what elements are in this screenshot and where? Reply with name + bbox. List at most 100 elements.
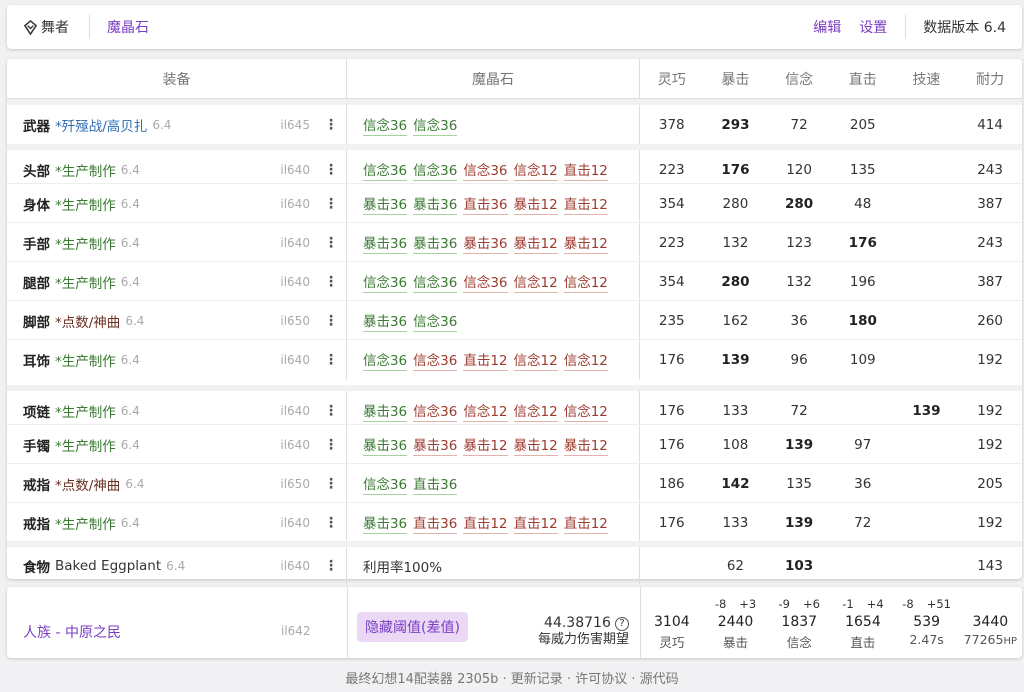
materia-slot[interactable]: 暴击36 — [413, 232, 458, 254]
materia-slot[interactable]: 暴击36 — [362, 232, 408, 254]
equip-cell[interactable]: 腿部 *生产制作 6.4 il640 ⋮ — [7, 262, 347, 301]
materia-slot[interactable]: 信念36 — [413, 310, 458, 332]
materia-cell[interactable]: 信念36 直击36 — [347, 464, 640, 503]
item-name[interactable]: *生产制作 — [55, 233, 116, 253]
materia-slot[interactable]: 信念12 — [463, 400, 508, 422]
materia-slot[interactable]: 暴击36 — [362, 193, 408, 215]
materia-slot[interactable]: 暴击36 — [362, 310, 408, 332]
materia-slot[interactable]: 信念12 — [513, 349, 558, 371]
stat-adjust-value[interactable]: +3 — [739, 597, 756, 611]
question-circle-icon[interactable]: ? — [615, 617, 629, 631]
materia-slot[interactable]: 直击36 — [413, 512, 458, 534]
more-options-icon[interactable]: ⋮ — [324, 235, 338, 251]
materia-slot[interactable]: 信念36 — [413, 159, 458, 181]
item-name[interactable]: *生产制作 — [55, 350, 116, 370]
more-options-icon[interactable]: ⋮ — [324, 558, 338, 574]
item-name[interactable]: *歼殛战/高贝扎 — [55, 115, 147, 135]
materia-slot[interactable]: 信念36 — [362, 349, 408, 371]
materia-slot[interactable]: 信念36 — [362, 271, 408, 293]
race-selector[interactable]: 人族 - 中原之民 — [23, 622, 121, 642]
data-version[interactable]: 数据版本 6.4 — [905, 15, 1006, 39]
materia-slot[interactable]: 信念12 — [513, 159, 558, 181]
item-name[interactable]: *生产制作 — [55, 194, 116, 214]
equip-cell[interactable]: 手部 *生产制作 6.4 il640 ⋮ — [7, 223, 347, 262]
materia-slot[interactable]: 信念36 — [362, 473, 408, 495]
more-options-icon[interactable]: ⋮ — [324, 274, 338, 290]
materia-slot[interactable]: 暴击12 — [463, 434, 508, 456]
materia-cell[interactable]: 信念36 信念36 — [347, 105, 640, 144]
materia-slot[interactable]: 信念36 — [413, 271, 458, 293]
table-row[interactable]: 食物 Baked Eggplant 6.4 il640 ⋮ 利用率100% 62 103 143 — [7, 541, 1022, 585]
materia-slot[interactable]: 信念36 — [413, 400, 458, 422]
table-row[interactable]: 脚部 *点数/神曲 6.4 il650 ⋮ 暴击36 信念36 235 162 36 180 260 — [7, 300, 1022, 340]
materia-cell[interactable]: 暴击36 暴击36 直击36 暴击12 直击12 — [347, 184, 640, 223]
materia-slot[interactable]: 暴击12 — [563, 232, 608, 254]
materia-slot[interactable]: 暴击36 — [463, 232, 508, 254]
materia-slot[interactable]: 暴击12 — [513, 232, 558, 254]
item-name[interactable]: *点数/神曲 — [55, 474, 120, 494]
materia-slot[interactable]: 信念36 — [362, 159, 408, 181]
table-row[interactable]: 手部 *生产制作 6.4 il640 ⋮ 暴击36 暴击36 暴击36 暴击12 暴击12 223 1… — [7, 222, 1022, 262]
materia-slot[interactable]: 信念12 — [563, 349, 608, 371]
more-options-icon[interactable]: ⋮ — [324, 403, 338, 419]
item-name[interactable]: *点数/神曲 — [55, 311, 120, 331]
equip-cell[interactable]: 身体 *生产制作 6.4 il640 ⋮ — [7, 184, 347, 223]
more-options-icon[interactable]: ⋮ — [324, 437, 338, 453]
materia-slot[interactable]: 直击12 — [513, 512, 558, 534]
materia-cell[interactable]: 暴击36 直击36 直击12 直击12 直击12 — [347, 503, 640, 542]
materia-slot[interactable]: 信念36 — [413, 114, 458, 136]
materia-slot[interactable]: 信念36 — [463, 159, 508, 181]
stat-adjust-value[interactable]: -1 — [842, 597, 853, 611]
stat-adjust-value[interactable]: +51 — [927, 597, 951, 611]
table-row[interactable]: 戒指 *点数/神曲 6.4 il650 ⋮ 信念36 直击36 186 142 135 36 205 — [7, 463, 1022, 503]
materia-slot[interactable]: 直击12 — [463, 512, 508, 534]
table-row[interactable]: 腿部 *生产制作 6.4 il640 ⋮ 信念36 信念36 信念36 信念12 信念12 354 2… — [7, 261, 1022, 301]
materia-cell[interactable]: 暴击36 暴击36 暴击36 暴击12 暴击12 — [347, 223, 640, 262]
materia-cell[interactable]: 利用率100% — [347, 547, 640, 585]
table-row[interactable]: 手镯 *生产制作 6.4 il640 ⋮ 暴击36 暴击36 暴击12 暴击12 暴击12 176 1… — [7, 424, 1022, 464]
materia-slot[interactable]: 暴击12 — [563, 434, 608, 456]
table-row[interactable]: 武器 *歼殛战/高贝扎 6.4 il645 ⋮ 信念36 信念36 378 293 72 205 41… — [7, 99, 1022, 144]
materia-cell[interactable]: 暴击36 信念36 — [347, 301, 640, 340]
materia-cell[interactable]: 信念36 信念36 信念36 信念12 信念12 — [347, 262, 640, 301]
materia-slot[interactable]: 直击36 — [413, 473, 458, 495]
materia-slot[interactable]: 信念12 — [513, 271, 558, 293]
edit-link[interactable]: 编辑 — [813, 17, 841, 37]
stat-adjust-value[interactable]: -8 — [902, 597, 913, 611]
materia-slot[interactable]: 暴击12 — [513, 434, 558, 456]
stat-adjust-value[interactable]: -8 — [715, 597, 726, 611]
footer[interactable]: 最终幻想14配装器 2305b · 更新记录 · 许可协议 · 源代码 — [0, 668, 1024, 687]
materia-slot[interactable]: 直击12 — [563, 193, 608, 215]
equip-cell[interactable]: 戒指 *生产制作 6.4 il640 ⋮ — [7, 503, 347, 542]
equip-cell[interactable]: 手镯 *生产制作 6.4 il640 ⋮ — [7, 425, 347, 464]
more-options-icon[interactable]: ⋮ — [324, 117, 338, 133]
materia-slot[interactable]: 信念12 — [563, 271, 608, 293]
materia-slot[interactable]: 暴击36 — [362, 512, 408, 534]
equip-cell[interactable]: 戒指 *点数/神曲 6.4 il650 ⋮ — [7, 464, 347, 503]
materia-slot[interactable]: 暴击36 — [413, 434, 458, 456]
tab-materia[interactable]: 魔晶石 — [107, 17, 149, 37]
more-options-icon[interactable]: ⋮ — [324, 313, 338, 329]
item-name[interactable]: *生产制作 — [55, 160, 116, 180]
materia-slot[interactable]: 利用率100% — [363, 556, 442, 577]
stat-adjust-value[interactable]: -9 — [779, 597, 790, 611]
materia-slot[interactable]: 信念36 — [362, 114, 408, 136]
materia-slot[interactable]: 直击12 — [563, 159, 608, 181]
table-row[interactable]: 耳饰 *生产制作 6.4 il640 ⋮ 信念36 信念36 直击12 信念12 信念12 176 1… — [7, 339, 1022, 380]
materia-slot[interactable]: 暴击36 — [413, 193, 458, 215]
equip-cell[interactable]: 食物 Baked Eggplant 6.4 il640 ⋮ — [7, 547, 347, 585]
equip-cell[interactable]: 耳饰 *生产制作 6.4 il640 ⋮ — [7, 340, 347, 380]
materia-cell[interactable]: 信念36 信念36 直击12 信念12 信念12 — [347, 340, 640, 380]
more-options-icon[interactable]: ⋮ — [324, 196, 338, 212]
stat-adjust-value[interactable]: +6 — [803, 597, 820, 611]
equip-cell[interactable]: 武器 *歼殛战/高贝扎 6.4 il645 ⋮ — [7, 105, 347, 144]
item-name[interactable]: *生产制作 — [55, 272, 116, 292]
materia-slot[interactable]: 暴击36 — [362, 434, 408, 456]
settings-link[interactable]: 设置 — [859, 17, 887, 37]
materia-slot[interactable]: 暴击12 — [513, 193, 558, 215]
materia-cell[interactable]: 暴击36 暴击36 暴击12 暴击12 暴击12 — [347, 425, 640, 464]
materia-slot[interactable]: 直击12 — [463, 349, 508, 371]
item-name[interactable]: *生产制作 — [55, 401, 116, 421]
table-row[interactable]: 戒指 *生产制作 6.4 il640 ⋮ 暴击36 直击36 直击12 直击12 直击12 176 1… — [7, 502, 1022, 542]
more-options-icon[interactable]: ⋮ — [324, 476, 338, 492]
